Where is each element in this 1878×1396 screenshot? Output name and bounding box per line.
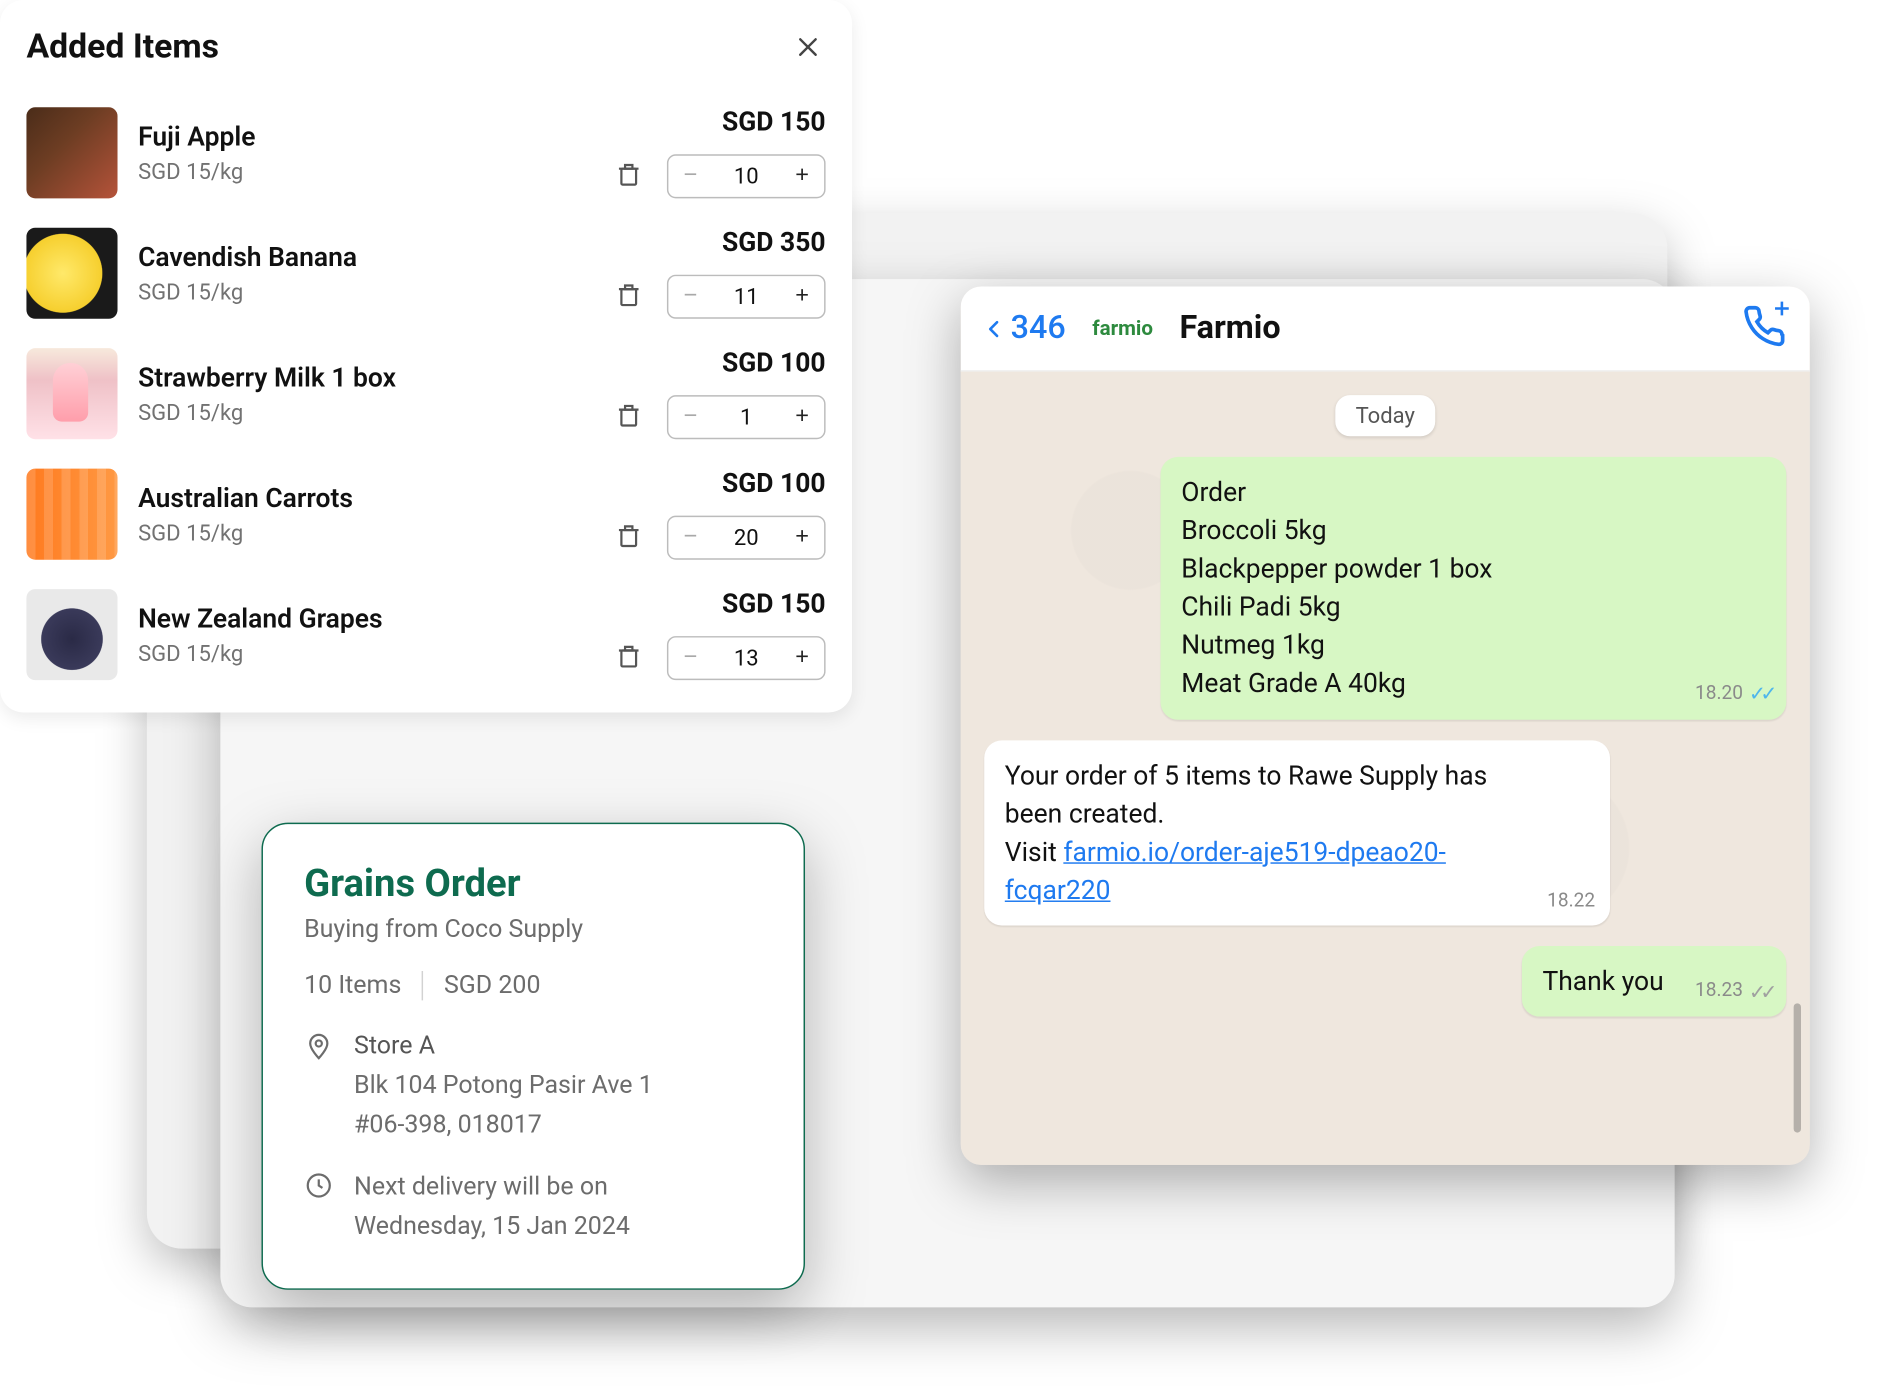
increment-button[interactable]: +	[780, 638, 824, 679]
item-name: Fuji Apple	[138, 121, 541, 152]
clock-icon	[304, 1167, 336, 1247]
read-receipt-icon: ✓✓	[1749, 978, 1772, 1008]
scrollbar-thumb[interactable]	[1794, 1003, 1801, 1132]
message-time: 18.23	[1695, 979, 1743, 1007]
item-thumbnail	[26, 348, 117, 439]
quantity-value: 20	[712, 524, 780, 550]
added-items-panel: Added Items Fuji Apple SGD 15/kg SGD 150…	[0, 0, 852, 712]
cart-item-row: Australian Carrots SGD 15/kg SGD 100 − 2…	[26, 454, 825, 574]
order-subtitle: Buying from Coco Supply	[304, 915, 762, 944]
message-text: Your order of 5 items to Rawe Supply has…	[1005, 760, 1487, 829]
item-name: Australian Carrots	[138, 483, 541, 514]
increment-button[interactable]: +	[780, 397, 824, 438]
decrement-button[interactable]: −	[668, 397, 712, 438]
quantity-value: 13	[712, 645, 780, 671]
message-text: Thank you	[1542, 967, 1663, 998]
back-button[interactable]: 346	[984, 310, 1066, 347]
item-thumbnail	[26, 107, 117, 198]
item-rate: SGD 15/kg	[138, 519, 541, 545]
decrement-button[interactable]: −	[668, 517, 712, 558]
item-thumbnail	[26, 228, 117, 319]
cart-item-row: New Zealand Grapes SGD 15/kg SGD 150 − 1…	[26, 574, 825, 694]
cart-item-row: Fuji Apple SGD 15/kg SGD 150 − 10 +	[26, 93, 825, 213]
delivery-label: Next delivery will be on	[354, 1167, 630, 1207]
divider	[422, 971, 423, 1000]
message-line: Chili Padi 5kg	[1181, 589, 1713, 627]
store-name: Store A	[354, 1027, 653, 1067]
item-total: SGD 150	[722, 589, 826, 620]
chevron-left-icon	[984, 312, 1005, 344]
quantity-value: 10	[712, 163, 780, 189]
item-thumbnail	[26, 469, 117, 560]
item-rate: SGD 15/kg	[138, 278, 541, 304]
message-line: Nutmeg 1kg	[1181, 628, 1713, 666]
plus-icon	[1772, 297, 1793, 318]
quantity-stepper[interactable]: − 11 +	[667, 275, 826, 319]
message-line: Meat Grade A 40kg	[1181, 666, 1713, 704]
chat-window: 346 farmio Farmio Today Order Broccoli 5…	[961, 286, 1810, 1164]
item-total: SGD 150	[722, 107, 826, 138]
item-thumbnail	[26, 589, 117, 680]
address-line: Blk 104 Potong Pasir Ave 1	[354, 1067, 653, 1107]
item-total: SGD 100	[722, 469, 826, 500]
order-item-count: 10 Items	[304, 971, 401, 1000]
item-name: Strawberry Milk 1 box	[138, 362, 541, 393]
order-title: Grains Order	[304, 862, 762, 906]
brand-logo: farmio	[1092, 317, 1153, 341]
trash-icon[interactable]	[614, 521, 646, 553]
order-summary-card: Grains Order Buying from Coco Supply 10 …	[261, 823, 805, 1290]
call-button[interactable]	[1742, 303, 1786, 353]
decrement-button[interactable]: −	[668, 156, 712, 197]
chat-body[interactable]: Today Order Broccoli 5kg Blackpepper pow…	[961, 372, 1810, 1165]
increment-button[interactable]: +	[780, 276, 824, 317]
item-rate: SGD 15/kg	[138, 158, 541, 184]
message-line: Order	[1181, 474, 1713, 512]
trash-icon[interactable]	[614, 160, 646, 192]
message-line: Broccoli 5kg	[1181, 513, 1713, 551]
added-items-title: Added Items	[26, 26, 219, 66]
trash-icon[interactable]	[614, 281, 646, 313]
outgoing-message[interactable]: Order Broccoli 5kg Blackpepper powder 1 …	[1161, 457, 1787, 719]
unread-count: 346	[1011, 310, 1066, 347]
decrement-button[interactable]: −	[668, 276, 712, 317]
read-receipt-icon: ✓✓	[1749, 681, 1772, 711]
order-link[interactable]: farmio.io/order-aje519-dpeao20-fcqar220	[1005, 837, 1446, 906]
decrement-button[interactable]: −	[668, 638, 712, 679]
item-rate: SGD 15/kg	[138, 399, 541, 425]
message-line: Blackpepper powder 1 box	[1181, 551, 1713, 589]
order-amount: SGD 200	[444, 971, 541, 1000]
quantity-stepper[interactable]: − 13 +	[667, 636, 826, 680]
quantity-stepper[interactable]: − 20 +	[667, 516, 826, 560]
cart-item-row: Cavendish Banana SGD 15/kg SGD 350 − 11 …	[26, 213, 825, 333]
trash-icon[interactable]	[614, 401, 646, 433]
delivery-date: Wednesday, 15 Jan 2024	[354, 1207, 630, 1247]
increment-button[interactable]: +	[780, 156, 824, 197]
increment-button[interactable]: +	[780, 517, 824, 558]
outgoing-message[interactable]: Thank you 18.23 ✓✓	[1522, 946, 1786, 1017]
message-text: Visit	[1005, 837, 1064, 868]
item-name: New Zealand Grapes	[138, 603, 541, 634]
item-total: SGD 100	[722, 348, 826, 379]
chat-header: 346 farmio Farmio	[961, 286, 1810, 371]
cart-item-row: Strawberry Milk 1 box SGD 15/kg SGD 100 …	[26, 333, 825, 453]
close-icon[interactable]	[790, 29, 825, 64]
item-total: SGD 350	[722, 228, 826, 259]
location-pin-icon	[304, 1027, 336, 1147]
address-line: #06-398, 018017	[354, 1107, 653, 1147]
quantity-stepper[interactable]: − 1 +	[667, 395, 826, 439]
item-name: Cavendish Banana	[138, 242, 541, 273]
trash-icon[interactable]	[614, 642, 646, 674]
quantity-value: 11	[712, 284, 780, 310]
quantity-value: 1	[712, 404, 780, 430]
contact-name[interactable]: Farmio	[1179, 310, 1280, 347]
incoming-message[interactable]: Your order of 5 items to Rawe Supply has…	[984, 740, 1610, 926]
message-time: 18.22	[1547, 889, 1595, 917]
item-rate: SGD 15/kg	[138, 640, 541, 666]
message-time: 18.20	[1695, 682, 1743, 710]
date-separator: Today	[1335, 395, 1435, 436]
quantity-stepper[interactable]: − 10 +	[667, 154, 826, 198]
